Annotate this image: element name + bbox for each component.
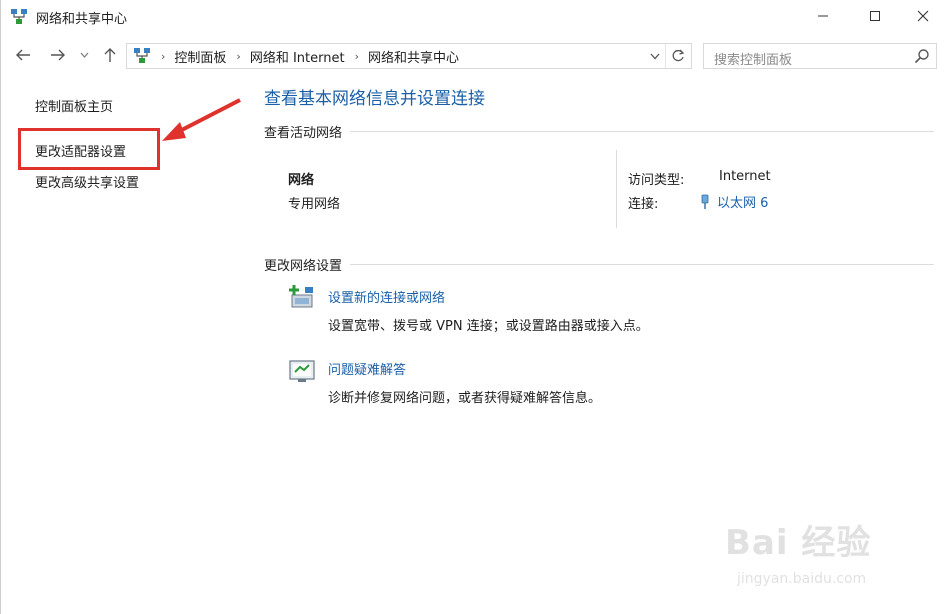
baidu-watermark: Bai 经验 jingyan.baidu.com: [725, 515, 935, 595]
breadcrumb-separator-icon: ›: [161, 49, 166, 63]
back-arrow-icon[interactable]: [12, 44, 34, 66]
minimize-button[interactable]: [797, 0, 849, 32]
breadcrumb-network-sharing-center[interactable]: 网络和共享中心: [368, 47, 459, 66]
forward-arrow-icon[interactable]: [47, 44, 69, 66]
troubleshoot-icon: [288, 357, 316, 385]
breadcrumb-control-panel[interactable]: 控制面板: [174, 47, 226, 66]
network-icon: [10, 8, 28, 26]
change-advanced-sharing-link[interactable]: 更改高级共享设置: [35, 172, 139, 191]
connections-label: 连接:: [628, 197, 659, 212]
close-button[interactable]: [897, 0, 945, 32]
breadcrumb-network-internet[interactable]: 网络和 Internet: [250, 47, 345, 66]
access-type-value: Internet: [719, 169, 771, 184]
network-category: 专用网络: [288, 197, 341, 212]
setup-new-connection-description: 设置宽带、拨号或 VPN 连接；或设置路由器或接入点。: [328, 319, 649, 334]
search-input[interactable]: 搜索控制面板: [703, 43, 937, 69]
navigation-bar: › 控制面板 › 网络和 Internet › 网络和共享中心 搜索控制面板: [0, 38, 945, 74]
ethernet-connection-label: 以太网 6: [717, 196, 769, 211]
search-icon[interactable]: [914, 48, 930, 64]
network-icon: [133, 47, 151, 65]
maximize-button[interactable]: [849, 0, 901, 32]
section-divider: [350, 264, 934, 265]
network-name: 网络: [288, 173, 315, 188]
address-history-chevron-down-icon[interactable]: [647, 48, 663, 64]
refresh-icon[interactable]: [665, 44, 689, 68]
window-title: 网络和共享中心: [36, 12, 128, 27]
new-connection-icon: [288, 283, 316, 311]
title-bar: 网络和共享中心: [0, 0, 945, 34]
troubleshoot-problems-description: 诊断并修复网络问题，或者获得疑难解答信息。: [328, 391, 602, 406]
search-placeholder: 搜索控制面板: [714, 53, 793, 68]
ethernet-icon: [701, 194, 709, 209]
active-networks-section-header: 查看活动网络: [264, 122, 934, 141]
watermark-brand: Bai 经验: [725, 523, 872, 563]
address-bar[interactable]: › 控制面板 › 网络和 Internet › 网络和共享中心: [126, 43, 692, 69]
watermark-url: jingyan.baidu.com: [737, 571, 867, 587]
breadcrumb-separator-icon: ›: [354, 49, 359, 63]
change-settings-section-header: 更改网络设置: [264, 255, 934, 274]
recent-chevron-down-icon[interactable]: [77, 44, 91, 66]
breadcrumb-separator-icon: ›: [236, 49, 241, 63]
section-divider: [350, 131, 934, 132]
setup-new-connection-link[interactable]: 设置新的连接或网络: [328, 287, 445, 306]
control-panel-home-link[interactable]: 控制面板主页: [35, 96, 113, 115]
up-arrow-icon[interactable]: [99, 44, 121, 66]
page-title: 查看基本网络信息并设置连接: [264, 89, 485, 109]
active-networks-heading: 查看活动网络: [264, 126, 343, 141]
annotation-highlight-box: [18, 128, 160, 170]
change-settings-heading: 更改网络设置: [264, 259, 343, 274]
network-divider: [616, 150, 617, 228]
annotation-arrow-icon: [162, 98, 241, 141]
access-type-label: 访问类型:: [628, 173, 685, 188]
ethernet-connection-link[interactable]: 以太网 6: [699, 192, 768, 211]
troubleshoot-problems-link[interactable]: 问题疑难解答: [328, 359, 406, 378]
